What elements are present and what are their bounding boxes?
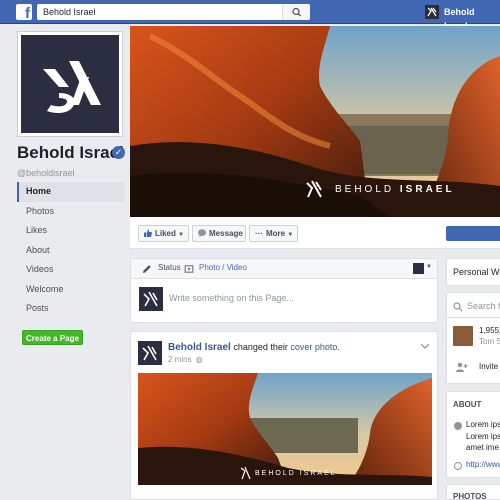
message-button-label: Message	[209, 229, 243, 238]
post-image[interactable]: BEHOLD ISRAEL	[138, 373, 432, 485]
page-handle[interactable]: @beholdisrael	[17, 168, 75, 178]
friend-name[interactable]: Tom S	[479, 337, 500, 346]
thumbs-up-icon	[144, 229, 152, 237]
chevron-down-icon: ▼	[287, 232, 294, 238]
post-as-selector[interactable]: ▼	[413, 263, 433, 275]
nav-item-home[interactable]: Home	[17, 182, 125, 202]
about-heading[interactable]: ABOUT	[453, 400, 481, 409]
liked-button[interactable]: Liked ▼	[138, 225, 189, 242]
composer-tabs: Status Photo / Video ▼	[131, 259, 437, 279]
post-options-chevron-icon[interactable]	[421, 344, 429, 349]
liked-button-label: Liked	[155, 229, 176, 238]
page-search-card: Search fo	[446, 292, 500, 318]
search-input[interactable]	[37, 4, 277, 20]
friend-avatar[interactable]	[453, 326, 473, 346]
search-icon	[453, 302, 463, 312]
page-title[interactable]: Behold Israel	[17, 143, 124, 163]
more-button[interactable]: ··· More ▼	[249, 225, 298, 242]
page-navigation: Home Photos Likes About Videos Welcome P…	[17, 182, 125, 319]
invite-friends-link[interactable]: Invite f	[479, 362, 500, 371]
more-dots-icon: ···	[255, 229, 263, 238]
post-header: Behold Israel changed their cover photo.	[168, 342, 340, 353]
cover-photo[interactable]: BEHOLD ISRAEL	[130, 26, 500, 217]
profile-picture-image	[21, 35, 119, 133]
globe-icon	[454, 462, 462, 470]
page-likes-card: 1,955, Tom S Invite f	[446, 318, 500, 384]
post-as-avatar	[413, 263, 424, 274]
about-card: ABOUT Lorem ips Lorem ips amet ime http:…	[446, 391, 500, 478]
behold-israel-logo-icon	[143, 291, 158, 307]
nav-item-videos[interactable]: Videos	[17, 260, 125, 280]
likes-count[interactable]: 1,955,	[479, 326, 500, 335]
messenger-icon	[198, 229, 206, 237]
nav-item-photos[interactable]: Photos	[17, 202, 125, 222]
behold-israel-logo-icon	[142, 345, 157, 361]
post-author-link[interactable]: Behold Israel	[168, 342, 231, 353]
nav-item-likes[interactable]: Likes	[17, 221, 125, 241]
about-text-line: Lorem ips	[466, 420, 500, 429]
post-timestamp[interactable]: 2 mins ◍	[168, 355, 203, 364]
cover-photo-link[interactable]: cover photo	[290, 342, 337, 352]
composer-input[interactable]: Write something on this Page...	[169, 293, 294, 303]
post-avatar[interactable]	[138, 341, 162, 365]
composer-avatar	[139, 287, 163, 311]
photos-heading[interactable]: PHOTOS	[453, 492, 487, 499]
about-text-line: amet ime	[466, 443, 499, 452]
pencil-icon	[143, 265, 151, 273]
user-avatar[interactable]	[425, 5, 439, 19]
cover-brand-bold: ISRAEL	[399, 184, 455, 195]
photo-icon	[184, 265, 194, 273]
message-button[interactable]: Message	[192, 225, 246, 242]
tab-status[interactable]: Status	[158, 263, 181, 272]
chevron-down-icon: ▼	[178, 232, 185, 238]
facebook-logo-icon[interactable]: f	[16, 4, 32, 22]
cover-brand-light: BEHOLD	[335, 184, 395, 195]
verified-badge-icon: ✓	[112, 146, 125, 159]
top-navigation-bar: f Behold Israel	[0, 0, 500, 31]
post-brand-text: BEHOLD ISRAEL	[255, 470, 337, 477]
behold-israel-logo-icon	[43, 61, 101, 114]
page-action-bar: Liked ▼ Message ··· More ▼	[130, 217, 500, 249]
cover-brand-text: BEHOLD ISRAEL	[335, 184, 455, 195]
info-icon	[454, 422, 462, 430]
about-text-line: Lorem ips	[466, 432, 500, 441]
create-page-button[interactable]: Create a Page	[22, 330, 83, 345]
nav-item-about[interactable]: About	[17, 241, 125, 261]
cover-logo-icon	[306, 180, 322, 198]
search-icon	[292, 7, 301, 17]
more-button-label: More	[266, 229, 286, 238]
page-category-text: Personal We	[453, 267, 500, 277]
page-category-card[interactable]: Personal We	[446, 258, 500, 286]
search-box[interactable]	[37, 4, 310, 20]
photos-card: PHOTOS	[446, 484, 500, 500]
behold-israel-logo-icon	[427, 7, 437, 17]
page-search-input[interactable]: Search fo	[467, 301, 500, 311]
chevron-down-icon: ▼	[426, 264, 432, 270]
feed-post: Behold Israel changed their cover photo.…	[130, 331, 438, 500]
nav-item-welcome[interactable]: Welcome	[17, 280, 125, 300]
globe-icon: ◍	[195, 355, 203, 364]
post-action-text: changed their	[233, 342, 288, 352]
tab-photo-video[interactable]: Photo / Video	[199, 263, 247, 272]
post-composer: Status Photo / Video ▼ Write something o…	[130, 258, 438, 323]
post-period: .	[337, 342, 340, 352]
search-button[interactable]	[282, 4, 310, 20]
post-time-text: 2 mins	[168, 355, 192, 364]
add-friend-icon	[456, 362, 468, 372]
nav-item-posts[interactable]: Posts	[17, 299, 125, 319]
website-link[interactable]: http://www	[466, 460, 500, 469]
profile-picture[interactable]	[17, 31, 123, 137]
primary-action-button[interactable]	[446, 226, 500, 241]
post-cover-image	[138, 373, 432, 485]
